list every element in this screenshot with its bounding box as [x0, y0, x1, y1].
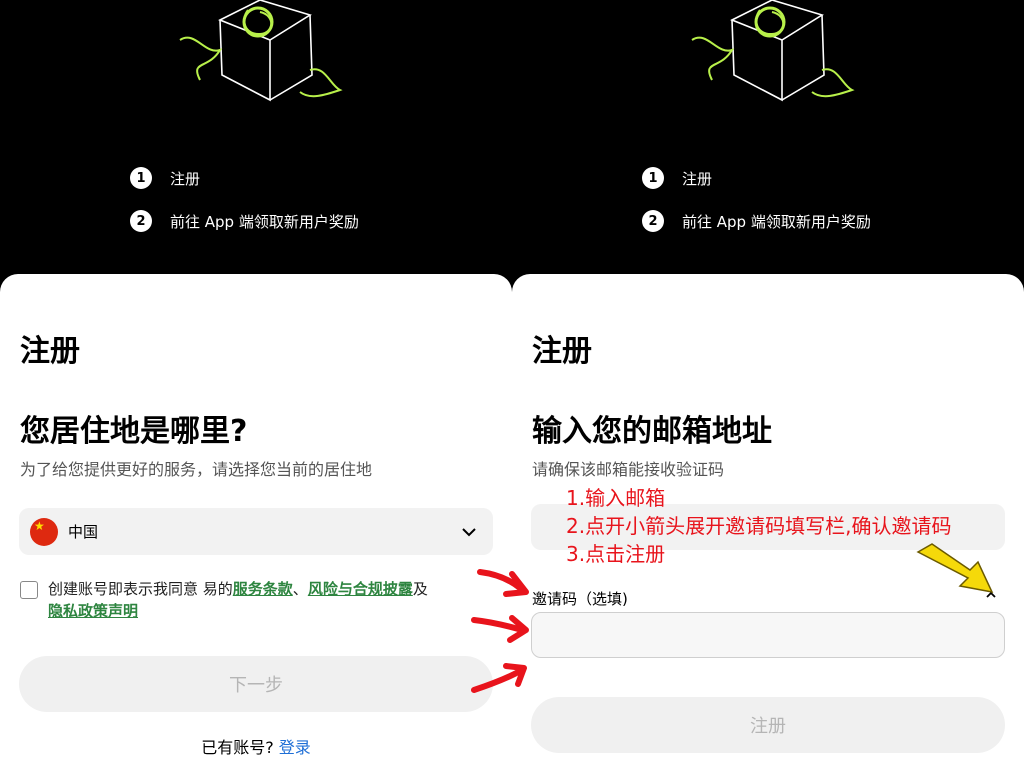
- red-arrow-icon: [477, 569, 529, 597]
- terms-link[interactable]: 服务条款: [233, 580, 293, 598]
- separator: 、: [292, 580, 308, 598]
- agree-prefix: 创建账号即表示我同意 易的: [48, 580, 233, 598]
- step-1: 1 注册: [130, 166, 200, 190]
- hero-section: 1 注册 2 前往 App 端领取新用户奖励: [0, 0, 512, 290]
- agree-checkbox[interactable]: [20, 581, 38, 599]
- hero-section: 1 注册 2 前往 App 端领取新用户奖励: [512, 0, 1024, 290]
- left-panel: 1 注册 2 前往 App 端领取新用户奖励 注册 您居住地是哪里? 为了给您提…: [0, 0, 512, 768]
- email-subtitle: 请确保该邮箱能接收验证码: [532, 460, 725, 479]
- instruction-2: 2.点开小箭头展开邀请码填写栏,确认邀请码: [566, 514, 952, 538]
- page-title: 注册: [532, 334, 592, 369]
- email-heading: 输入您的邮箱地址: [532, 414, 772, 449]
- step-number-2: 2: [642, 210, 664, 232]
- step-number-1: 1: [642, 167, 664, 189]
- step-label-1: 注册: [682, 169, 713, 188]
- country-select[interactable]: 中国: [19, 508, 493, 555]
- and-text: 及: [412, 580, 428, 598]
- step-label-1: 注册: [170, 169, 201, 188]
- page-title: 注册: [20, 334, 80, 369]
- step-label-2: 前往 App 端领取新用户奖励: [682, 212, 871, 231]
- instruction-3: 3.点击注册: [566, 542, 666, 566]
- agree-text: 创建账号即表示我同意 易的服务条款、风险与合规披露及隐私政策声明: [48, 578, 428, 622]
- step-number-2: 2: [130, 210, 152, 232]
- privacy-link[interactable]: 隐私政策声明: [48, 602, 138, 620]
- right-panel: 1 注册 2 前往 App 端领取新用户奖励 注册 输入您的邮箱地址 请确保该邮…: [512, 0, 1024, 768]
- risk-disclosure-link[interactable]: 风险与合规披露: [308, 580, 413, 598]
- red-arrow-icon: [471, 615, 529, 643]
- china-flag-icon: [30, 517, 58, 546]
- step-2: 2 前往 App 端领取新用户奖励: [130, 209, 359, 233]
- yellow-arrow-icon: [916, 543, 994, 594]
- step-label-2: 前往 App 端领取新用户奖励: [170, 212, 359, 231]
- next-button[interactable]: 下一步: [19, 656, 493, 712]
- signup-card: 注册 您居住地是哪里? 为了给您提供更好的服务，请选择您当前的居住地 中国 创建…: [0, 274, 512, 768]
- invite-code-input[interactable]: [531, 612, 1005, 658]
- country-value: 中国: [68, 523, 99, 541]
- login-link[interactable]: 登录: [279, 738, 311, 757]
- login-prompt: 已有账号? 登录: [0, 734, 512, 758]
- terms-agreement: 创建账号即表示我同意 易的服务条款、风险与合规披露及隐私政策声明: [20, 578, 490, 622]
- gift-box-illustration: [179, 0, 343, 102]
- residence-heading: 您居住地是哪里?: [20, 414, 248, 449]
- step-1: 1 注册: [642, 166, 712, 190]
- instruction-annotations: 1.输入邮箱 2.点开小箭头展开邀请码填写栏,确认邀请码 3.点击注册: [566, 484, 951, 568]
- register-button[interactable]: 注册: [531, 697, 1005, 753]
- have-account-text: 已有账号?: [201, 738, 274, 757]
- instruction-1: 1.输入邮箱: [566, 486, 666, 510]
- step-2: 2 前往 App 端领取新用户奖励: [642, 209, 871, 233]
- chevron-down-icon[interactable]: [459, 522, 479, 542]
- invite-code-label: 邀请码（选填): [532, 590, 628, 608]
- red-arrow-icon: [471, 663, 527, 693]
- residence-subtitle: 为了给您提供更好的服务，请选择您当前的居住地: [20, 460, 373, 479]
- step-number-1: 1: [130, 167, 152, 189]
- gift-box-illustration: [691, 0, 855, 102]
